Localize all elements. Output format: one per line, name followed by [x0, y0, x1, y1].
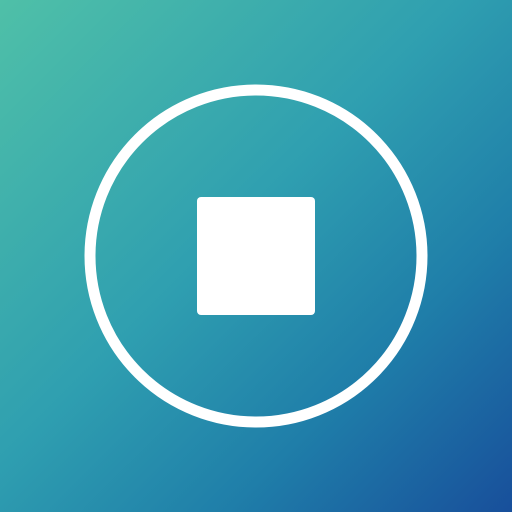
- stop-button[interactable]: [0, 0, 512, 512]
- app-icon-tile: [0, 0, 512, 512]
- stop-icon: [84, 84, 428, 428]
- stop-square-icon: [197, 197, 315, 315]
